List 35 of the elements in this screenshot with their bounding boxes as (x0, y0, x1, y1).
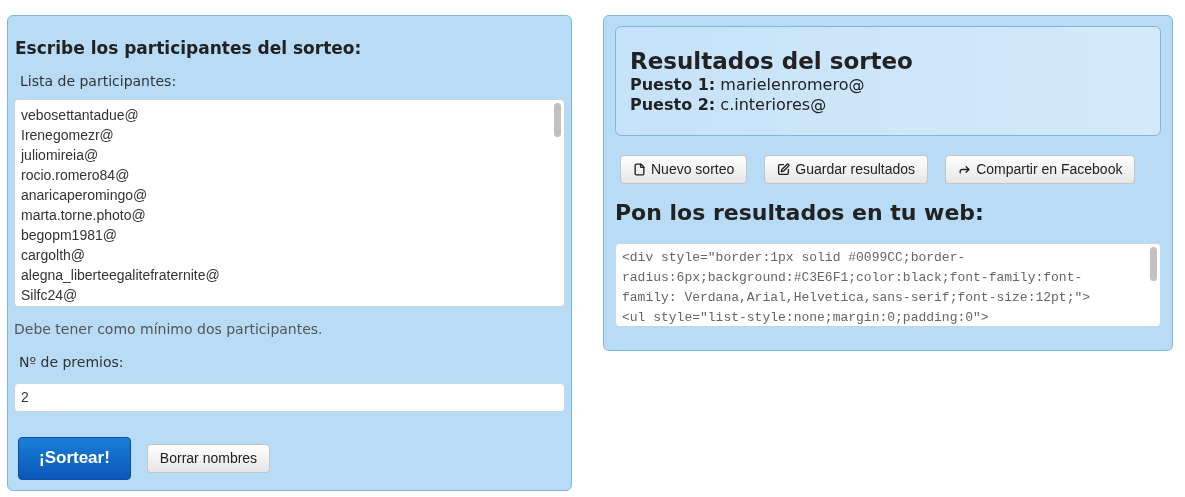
field-label: Lista de participantes: (19, 71, 178, 91)
embed-code-textarea[interactable] (615, 243, 1161, 327)
prizes-input[interactable]: 2 (14, 382, 565, 412)
clear-names-button[interactable]: Borrar nombres (146, 443, 271, 473)
participant-entry: Silfc24@ (21, 285, 78, 305)
embed-heading: Pon los resultados en tu web: (615, 199, 985, 227)
result-line: Puesto 2: c.interiores@ (630, 95, 827, 115)
results-title: Resultados del sorteo (630, 47, 913, 75)
scrollbar-thumb[interactable] (554, 102, 561, 137)
edit-icon (777, 163, 791, 176)
panel-heading: Escribe los participantes del sorteo: (14, 37, 363, 60)
participant-entry: alegna_liberteegalitefraternite@ (21, 265, 220, 285)
participant-entry: rocio.romero84@ (21, 165, 130, 185)
action-button[interactable]: Guardar resultados (764, 155, 929, 184)
hint-text: Debe tener como mínimo dos participantes. (14, 319, 324, 339)
participant-entry: begopm1981@ (21, 225, 117, 245)
action-button[interactable]: Nuevo sorteo (620, 155, 748, 184)
participant-entry: juliomireia@ (21, 145, 99, 165)
participant-entry: Irenegomezr@ (21, 125, 114, 145)
action-button[interactable]: Compartir en Facebook (945, 155, 1136, 184)
participant-entry: vebosettantadue@ (21, 105, 139, 125)
code-line: <div style="border:1px solid #0099CC;border- (622, 249, 966, 267)
draw-button[interactable]: ¡Sortear! (18, 436, 131, 480)
participant-entry: anaricaperomingo@ (21, 185, 148, 205)
result-line: Puesto 1: marielenromero@ (630, 75, 865, 95)
field-label: Nº de premios: (18, 352, 125, 372)
scrollbar-thumb[interactable] (1150, 247, 1157, 281)
share-arrow-icon (958, 163, 972, 176)
file-icon (633, 163, 646, 176)
participant-entry: cargolth@ (21, 245, 86, 265)
participants-textarea[interactable]: vebosettantadue@ Irenegomezr@ juliomireia@ rocio.romero84@ anaricaperomingo@ marta.torne.photo@ begopm1981@ cargolth@ alegna_liberteegalitefraternite@ Silfc24@ (14, 98, 565, 307)
participant-entry: marta.torne.photo@ (21, 205, 146, 225)
code-line: <ul style="list-style:none;margin:0;padding:0"> (622, 309, 989, 326)
code-line: radius:6px;background:#C3E6F1;color:black;font-family:font- (622, 269, 1083, 287)
code-line: family: Verdana,Arial,Helvetica,sans-serif;font-size:12pt;"> (622, 289, 1091, 307)
